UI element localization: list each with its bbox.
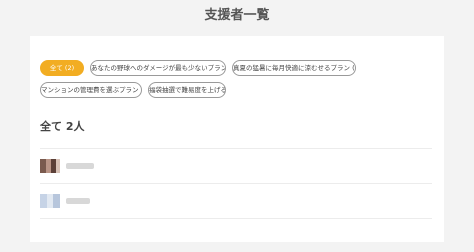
filter-plan-1[interactable]: あなたの野球へのダメージが最も少ないプラン (0) xyxy=(90,60,226,76)
row-divider xyxy=(40,148,432,149)
supporter-name-blurred xyxy=(66,198,90,204)
supporters-count-heading: 全て 2人 xyxy=(40,120,85,133)
supporter-name-blurred xyxy=(66,163,94,169)
supporters-card: 全て (2) あなたの野球へのダメージが最も少ないプラン (0) 真夏の猛暑に毎… xyxy=(30,36,444,242)
filter-plan-2[interactable]: 真夏の猛暑に毎月快適に涼むせるプラン (1) xyxy=(232,60,356,76)
row-divider xyxy=(40,218,432,219)
avatar xyxy=(40,159,60,173)
avatar xyxy=(40,194,60,208)
filter-plan-4[interactable]: 福袋抽選で難易度を上げる (0) xyxy=(148,82,226,98)
row-divider xyxy=(40,183,432,184)
page-title: 支援者一覧 xyxy=(204,8,270,23)
filter-all[interactable]: 全て (2) xyxy=(40,60,84,76)
filter-plan-3[interactable]: マンションの管理費を選ぶプラン (1) xyxy=(40,82,142,98)
